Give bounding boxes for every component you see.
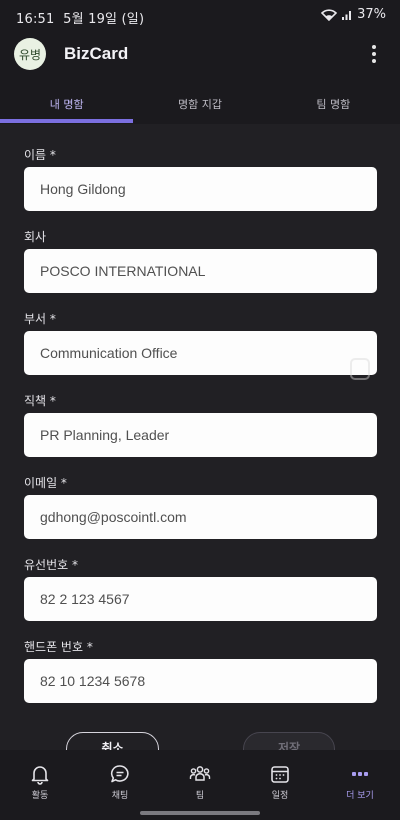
more-vertical-icon[interactable]	[362, 42, 386, 66]
status-icons: 37%	[321, 7, 386, 22]
nav-item-activity[interactable]: 활동	[0, 750, 80, 808]
nav-item-team[interactable]: 팀	[160, 750, 240, 808]
position-field[interactable]	[24, 413, 377, 457]
department-label: 부서 *	[24, 312, 56, 326]
landline-field[interactable]	[24, 577, 377, 621]
nav-item-chat[interactable]: 채팅	[80, 750, 160, 808]
wifi-icon	[321, 8, 338, 21]
bottom-nav: 활동 채팅 팀 일정 더 보기	[0, 750, 400, 808]
email-label: 이메일 *	[24, 476, 67, 490]
email-field[interactable]	[24, 495, 377, 539]
bell-icon	[29, 763, 51, 785]
nav-label-team: 팀	[195, 791, 205, 801]
tab-my-card[interactable]: 내 명함	[0, 74, 133, 124]
name-label: 이름 *	[24, 148, 56, 162]
nav-label-activity: 활동	[31, 791, 49, 801]
battery-text: 37%	[357, 7, 386, 22]
app-title: BizCard	[64, 44, 129, 63]
landline-label: 유선번호 *	[24, 558, 78, 572]
calendar-icon	[269, 763, 291, 785]
nav-label-chat: 채팅	[111, 791, 129, 801]
status-time: 16:51 5월 19일 (일)	[16, 12, 145, 27]
chat-icon	[109, 763, 131, 785]
position-label: 직책 *	[24, 394, 56, 408]
card-form: 이름 * 회사 부서 * 직책 * 이메일 * 유선번호 * 핸드폰 번호 * …	[0, 124, 400, 750]
company-label: 회사	[24, 230, 47, 244]
tab-bar: 내 명함 명함 지갑 팀 명함	[0, 74, 400, 124]
cancel-button[interactable]: 취소	[66, 732, 159, 750]
name-field[interactable]	[24, 167, 377, 211]
status-date: 5월 19일 (일)	[63, 12, 145, 27]
nav-item-calendar[interactable]: 일정	[240, 750, 320, 808]
home-indicator[interactable]	[140, 811, 260, 815]
department-field[interactable]	[24, 331, 377, 375]
tab-team-card[interactable]: 팀 명함	[267, 74, 400, 124]
team-icon	[189, 763, 211, 785]
save-button[interactable]: 저장	[243, 732, 335, 750]
nav-label-calendar: 일정	[271, 791, 289, 801]
signal-icon	[341, 9, 353, 21]
avatar[interactable]: 유병	[14, 38, 46, 70]
gesture-bar	[0, 808, 400, 820]
mobile-label: 핸드폰 번호 *	[24, 640, 93, 654]
status-bar: 16:51 5월 19일 (일) 37%	[0, 0, 400, 34]
company-field[interactable]	[24, 249, 377, 293]
mobile-field[interactable]	[24, 659, 377, 703]
tab-card-wallet[interactable]: 명함 지갑	[133, 74, 266, 124]
floating-handle-icon[interactable]	[350, 358, 370, 380]
more-horizontal-icon	[349, 763, 371, 785]
app-header: 유병 BizCard	[0, 34, 400, 74]
nav-label-more: 더 보기	[346, 791, 374, 801]
nav-item-more[interactable]: 더 보기	[320, 750, 400, 808]
tab-indicator	[0, 119, 133, 123]
